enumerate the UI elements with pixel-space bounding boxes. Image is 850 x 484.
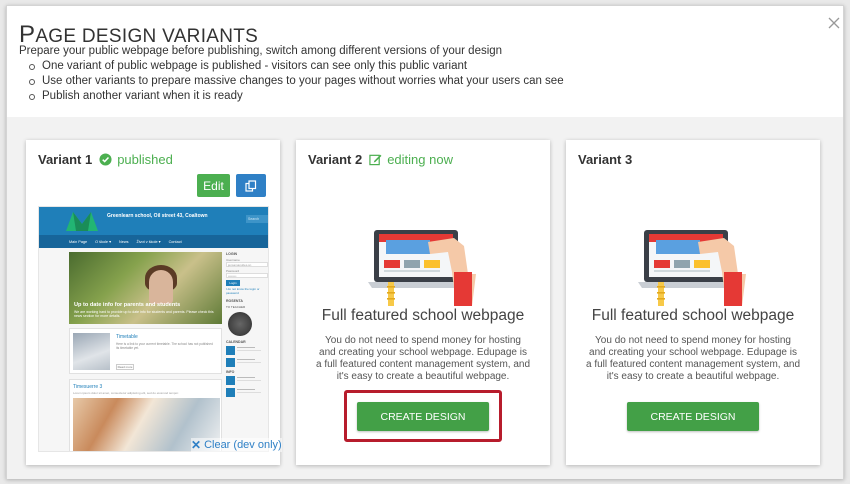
preview-calendar-row bbox=[226, 388, 268, 398]
intro-bullet: Publish another variant when it is ready bbox=[29, 89, 564, 104]
preview-forgot-link: I do not know the login or password bbox=[226, 287, 260, 295]
preview-username-input: jensamanultes.sn bbox=[226, 262, 268, 267]
variant-state-label: published bbox=[117, 152, 173, 167]
preview-nav-item: Contact bbox=[168, 239, 182, 244]
preview-article-text: Lorem ipsum dolor sit amet, consectetur … bbox=[73, 391, 179, 395]
preview-box-text: Here is a link to your current timetable… bbox=[116, 342, 213, 350]
intro-bullet: Use other variants to prepare massive ch… bbox=[29, 74, 564, 89]
preview-side-label: INFO bbox=[226, 370, 235, 375]
preview-nav: Main Page O škole ▾ News Život v škole ▾… bbox=[39, 235, 268, 248]
variant-name: Variant 2 bbox=[308, 152, 363, 167]
webpage-illustration-icon bbox=[368, 230, 476, 306]
intro-bullets: One variant of public webpage is publish… bbox=[29, 59, 564, 104]
preview-school-name: Greenlearn school, Oil street 43, Coalto… bbox=[107, 213, 208, 219]
intro-bullet: One variant of public webpage is publish… bbox=[29, 59, 564, 74]
webpage-illustration-icon bbox=[638, 230, 746, 306]
copy-button[interactable] bbox=[236, 174, 266, 197]
preview-hero-title: Up to date info for parents and students bbox=[74, 302, 181, 308]
preview-side-label: TO TEACHER bbox=[226, 305, 246, 310]
variant-header: Variant 3 bbox=[578, 152, 632, 167]
variant-header: Variant 1 published bbox=[38, 152, 173, 167]
variant-state: editing now bbox=[369, 152, 453, 167]
preview-nav-item: News bbox=[119, 239, 129, 244]
preview-login-button: Login bbox=[226, 280, 240, 286]
preview-timetable-box: Timetable Here is a link to your current… bbox=[69, 328, 222, 374]
preview-main: Up to date info for parents and students… bbox=[69, 252, 222, 451]
preview-calendar-row bbox=[226, 376, 268, 386]
preview-nav-item: Život v škole ▾ bbox=[136, 240, 161, 244]
school-logo-icon bbox=[66, 212, 98, 231]
preview-nav-item: Main Page bbox=[69, 239, 88, 244]
edit-icon bbox=[369, 154, 382, 166]
preview-sidebar: LOGIN Username jensamanultes.sn Password… bbox=[226, 252, 268, 451]
create-design-button[interactable]: CREATE DESIGN bbox=[357, 402, 489, 431]
preview-search: Search bbox=[246, 215, 268, 223]
variants-area: Variant 1 published Edit Greenlearn scho… bbox=[7, 117, 843, 479]
preview-box-title: Timetable bbox=[116, 334, 138, 340]
variant-card-3: Variant 3 Full featured school webpage Y… bbox=[566, 140, 820, 465]
preview-hero-subtitle: We are working hard to provide up to dat… bbox=[74, 310, 214, 319]
preview-side-label: ROSENTA bbox=[226, 299, 243, 304]
preview-nav-item: O škole ▾ bbox=[95, 240, 111, 244]
preview-box-button: Read more bbox=[116, 364, 134, 370]
variant-name: Variant 3 bbox=[578, 152, 633, 167]
variant-state: published bbox=[99, 152, 173, 167]
copy-icon bbox=[245, 179, 257, 192]
preview-side-label: LOGIN bbox=[226, 252, 238, 256]
preview-header: Greenlearn school, Oil street 43, Coalto… bbox=[39, 207, 268, 235]
preview-calendar-row bbox=[226, 346, 268, 356]
variant-card-description: You do not need to spend money for hosti… bbox=[586, 335, 801, 382]
clear-dev-label: Clear (dev only) bbox=[204, 439, 282, 451]
preview-password-input: •••••••• bbox=[226, 273, 268, 278]
dialog-intro: Prepare your public webpage before publi… bbox=[19, 45, 503, 57]
edit-button[interactable]: Edit bbox=[197, 174, 230, 197]
variant-card-title: Full featured school webpage bbox=[591, 307, 795, 324]
preview-article-title: Timesuerre 3 bbox=[73, 384, 103, 390]
preview-side-label: CALENDAR bbox=[226, 340, 246, 345]
page-design-variants-dialog: PAGE DESIGN VARIANTS Prepare your public… bbox=[6, 5, 844, 479]
variant-preview-thumbnail[interactable]: Greenlearn school, Oil street 43, Coalto… bbox=[38, 206, 269, 452]
variant-name: Variant 1 bbox=[38, 152, 93, 167]
clear-icon: ✕ bbox=[191, 438, 202, 452]
preview-hero: Up to date info for parents and students… bbox=[69, 252, 222, 324]
create-design-button[interactable]: CREATE DESIGN bbox=[627, 402, 759, 431]
hero-photo-face bbox=[149, 270, 173, 304]
variant-card-2: Variant 2 editing now Full featured scho… bbox=[296, 140, 550, 465]
close-icon[interactable] bbox=[827, 16, 841, 30]
variant-state-label: editing now bbox=[387, 152, 453, 167]
clear-dev-link[interactable]: ✕ Clear (dev only) bbox=[191, 438, 282, 452]
variant-card-description: You do not need to spend money for hosti… bbox=[316, 335, 531, 382]
preview-box-image bbox=[73, 333, 110, 370]
preview-clock-widget bbox=[228, 312, 252, 337]
globe-check-icon bbox=[99, 153, 112, 166]
variant-card-title: Full featured school webpage bbox=[321, 307, 525, 324]
preview-calendar-row bbox=[226, 358, 268, 368]
variant-header: Variant 2 editing now bbox=[308, 152, 453, 167]
variant-card-1: Variant 1 published Edit Greenlearn scho… bbox=[26, 140, 282, 465]
